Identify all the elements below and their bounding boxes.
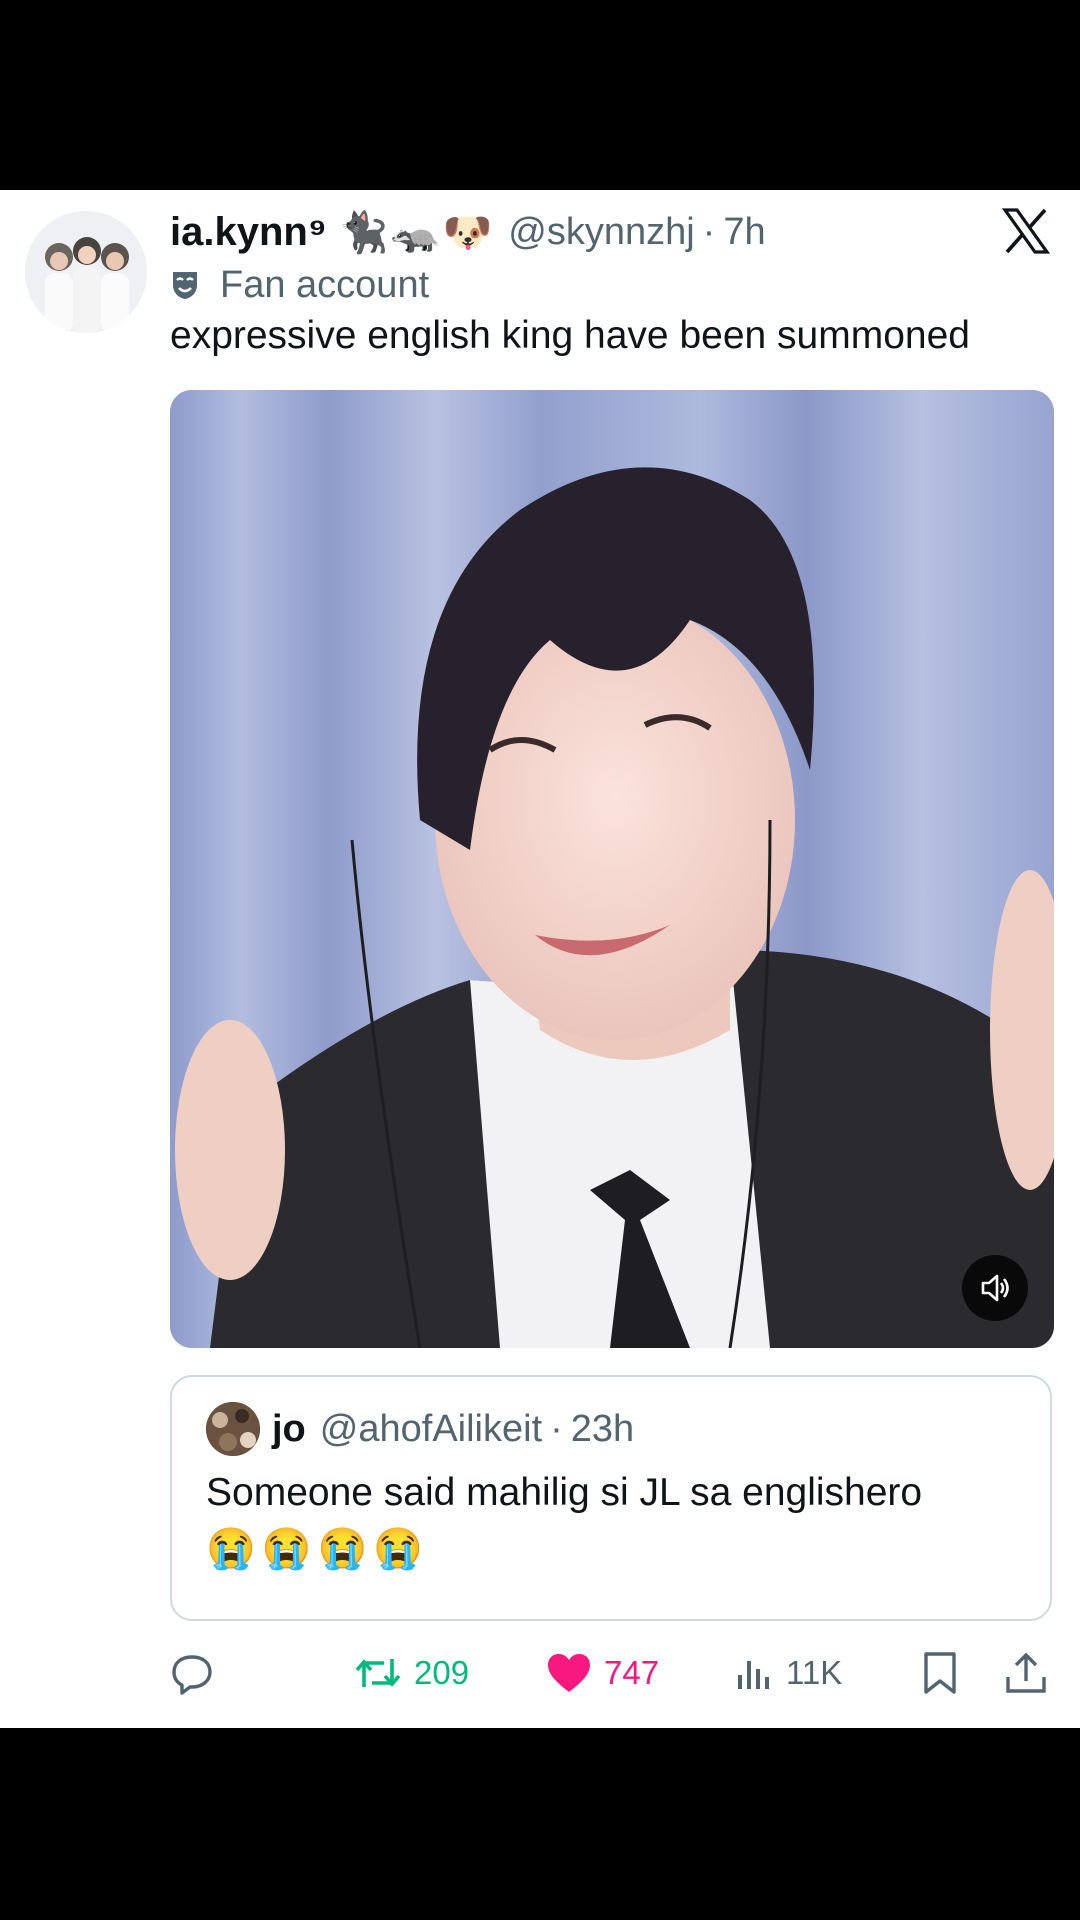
views-icon (738, 1661, 769, 1689)
action-bar: 209 747 11K (170, 1643, 1054, 1703)
fan-account-mask-icon (173, 272, 197, 299)
volume-icon (981, 1274, 1009, 1302)
display-name[interactable]: ia.kynn⁹ (170, 210, 327, 255)
account-label: Fan account (170, 260, 429, 310)
reply-button[interactable] (170, 1643, 214, 1703)
quoted-tweet[interactable]: jo @ahofAilikeit · 23h Someone said mahi… (170, 1375, 1052, 1621)
like-count: 747 (604, 1654, 660, 1691)
share-icon (1006, 1652, 1046, 1693)
retweet-count: 209 (414, 1654, 470, 1691)
tweet-card: ia.kynn⁹ 🐈‍⬛🦡🐶 @skynnzhj · 7h Fan accoun… (0, 190, 1080, 1728)
quoted-user-avatar[interactable] (206, 1402, 260, 1456)
video-frame (170, 390, 1054, 1348)
quoted-display-name: jo (272, 1407, 306, 1450)
tweet-video[interactable] (170, 390, 1054, 1348)
retweet-button[interactable]: 209 (354, 1643, 469, 1703)
tweet-header: ia.kynn⁹ 🐈‍⬛🦡🐶 @skynnzhj · 7h (170, 204, 766, 260)
like-button[interactable]: 747 (546, 1643, 659, 1703)
reply-icon (172, 1655, 212, 1695)
user-handle[interactable]: @skynnzhj (508, 211, 694, 254)
name-emojis: 🐈‍⬛🦡🐶 (338, 210, 495, 255)
share-button[interactable] (1004, 1643, 1048, 1703)
volume-button[interactable] (962, 1255, 1028, 1321)
retweet-icon (355, 1659, 401, 1687)
views-button[interactable]: 11K (734, 1643, 842, 1703)
post-time[interactable]: 7h (723, 211, 765, 254)
quoted-post-time: 23h (570, 1407, 635, 1450)
quoted-handle: @ahofAilikeit (319, 1407, 543, 1450)
user-avatar[interactable] (25, 211, 147, 333)
quoted-tweet-header: jo @ahofAilikeit · 23h (272, 1402, 634, 1456)
separator-dot: · (702, 210, 716, 253)
quoted-tweet-emojis: 😭😭😭😭 (206, 1527, 430, 1571)
heart-icon (548, 1654, 590, 1692)
bookmark-button[interactable] (920, 1643, 960, 1703)
quoted-separator-dot: · (550, 1407, 563, 1450)
account-label-text: Fan account (220, 263, 430, 306)
quoted-tweet-text: Someone said mahilig si JL sa englishero (206, 1471, 923, 1514)
views-count: 11K (786, 1654, 843, 1691)
tweet-text: expressive english king have been summon… (170, 314, 970, 357)
x-logo (1001, 208, 1051, 254)
bookmark-icon (924, 1652, 956, 1694)
